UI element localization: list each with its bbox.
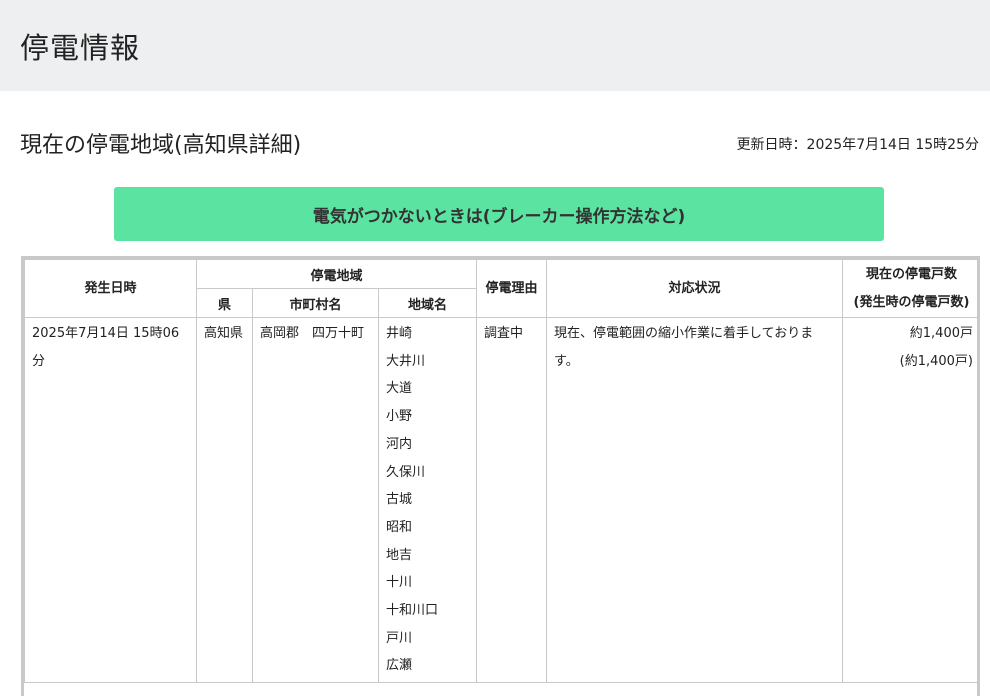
table-row: 2025年7月14日 15時06分 高知県 高岡郡 四万十町 井崎 大井川 大道… — [24, 316, 977, 684]
header-area-group: 停電地域 — [196, 259, 477, 289]
cell-pref: 高知県 — [196, 316, 253, 684]
section-header: 現在の停電地域(高知県詳細) 更新日時：2025年7月14日 15時25分 — [0, 131, 990, 191]
cell-count: 約1,400戸 (約1,400戸) — [842, 316, 977, 684]
header-current-line2: (発生時の停電戸数) — [853, 294, 970, 310]
page-header: 停電情報 — [0, 0, 990, 91]
district-item: 井崎 — [386, 326, 413, 341]
outage-table-container: 発生日時 停電地域 停電理由 対応状況 現在の停電戸数 (発生時の停電戸数) 県… — [21, 256, 980, 696]
district-item: 河内 — [386, 436, 413, 452]
current-count: 約1,400戸 — [909, 326, 973, 341]
district-item: 広瀬 — [386, 658, 413, 674]
district-item: 十川 — [386, 575, 413, 591]
outage-table: 発生日時 停電地域 停電理由 対応状況 現在の停電戸数 (発生時の停電戸数) 県… — [24, 259, 977, 684]
district-item: 十和川口 — [386, 603, 439, 619]
page-title: 停電情報 — [20, 30, 141, 65]
district-item: 久保川 — [386, 464, 426, 480]
header-status: 対応状況 — [546, 259, 843, 318]
header-district: 地域名 — [378, 288, 477, 318]
cell-status: 現在、停電範囲の縮小作業に着手しております。 — [546, 316, 843, 684]
cell-city: 高岡郡 四万十町 — [252, 316, 379, 684]
updated-timestamp: 更新日時：2025年7月14日 15時25分 — [736, 137, 979, 153]
district-item: 古城 — [386, 492, 413, 508]
header-reason: 停電理由 — [476, 259, 547, 318]
initial-count: (約1,400戸) — [899, 353, 973, 369]
district-item: 大道 — [386, 381, 413, 397]
section-title: 現在の停電地域(高知県詳細) — [20, 133, 302, 158]
district-item: 大井川 — [386, 353, 426, 369]
district-item: 地吉 — [386, 547, 413, 563]
header-current-line1: 現在の停電戸数 — [865, 266, 957, 282]
district-item: 昭和 — [386, 519, 413, 535]
cell-reason: 調査中 — [476, 316, 547, 684]
header-occurred: 発生日時 — [24, 259, 197, 318]
cell-districts: 井崎 大井川 大道 小野 河内 久保川 古城 昭和 地吉 十川 十和川口 戸川 … — [378, 316, 477, 684]
cell-occurred: 2025年7月14日 15時06分 — [24, 316, 197, 684]
header-pref: 県 — [196, 288, 253, 318]
header-current-count: 現在の停電戸数 (発生時の停電戸数) — [842, 259, 977, 318]
header-city: 市町村名 — [252, 288, 379, 318]
no-power-help-button[interactable]: 電気がつかないときは(ブレーカー操作方法など) — [114, 187, 884, 241]
district-item: 小野 — [386, 409, 413, 425]
district-item: 戸川 — [386, 630, 413, 646]
